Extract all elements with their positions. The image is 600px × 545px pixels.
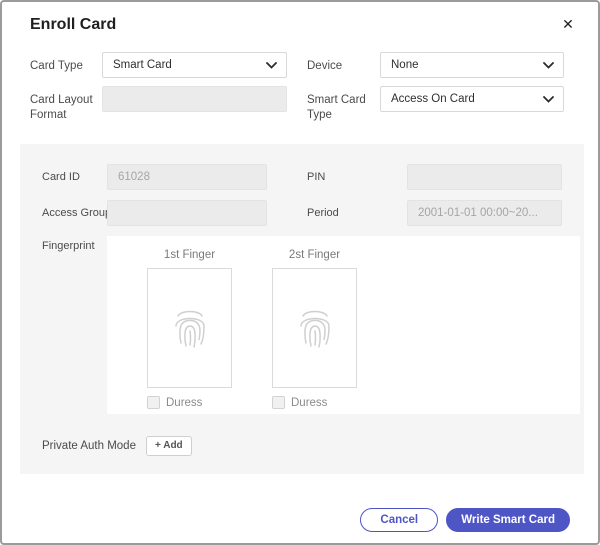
write-smart-card-button[interactable]: Write Smart Card xyxy=(446,508,570,532)
device-select[interactable]: None xyxy=(380,52,564,78)
card-id-label: Card ID xyxy=(42,171,107,183)
cancel-button[interactable]: Cancel xyxy=(360,508,438,532)
card-layout-format-label: Card Layout Format xyxy=(30,86,102,123)
chevron-down-icon xyxy=(266,62,277,69)
fingerprint-label: Fingerprint xyxy=(42,236,107,252)
chevron-down-icon xyxy=(543,96,554,103)
finger-2-title: 2st Finger xyxy=(289,249,340,261)
pin-label: PIN xyxy=(307,171,407,183)
chevron-down-icon xyxy=(543,62,554,69)
duress-label: Duress xyxy=(291,397,327,409)
private-auth-row: Private Auth Mode + Add xyxy=(42,436,562,456)
access-group-field xyxy=(107,200,267,226)
top-form: Card Type Smart Card Device None xyxy=(30,52,574,131)
card-id-field: 61028 xyxy=(107,164,267,190)
dialog-footer: Cancel Write Smart Card xyxy=(360,508,570,532)
period-field: 2001-01-01 00:00~20... xyxy=(407,200,562,226)
finger-2-scan-box[interactable] xyxy=(272,268,357,388)
smart-card-type-value: Access On Card xyxy=(391,93,475,105)
close-icon[interactable]: ✕ xyxy=(558,14,578,34)
enroll-card-dialog: Enroll Card ✕ Card Type Smart Card Devic… xyxy=(0,0,600,545)
add-private-auth-button[interactable]: + Add xyxy=(146,436,192,456)
duress-label: Duress xyxy=(166,397,202,409)
fingerprint-area: 1st Finger xyxy=(107,236,580,414)
smart-card-type-label: Smart Card Type xyxy=(307,86,380,123)
finger-1-duress: Duress xyxy=(147,396,202,409)
device-value: None xyxy=(391,59,419,71)
finger-slot-1: 1st Finger xyxy=(147,249,232,414)
card-layout-format-field xyxy=(102,86,287,112)
device-label: Device xyxy=(307,52,380,78)
card-info-panel: Card ID 61028 PIN Access Group Period 20… xyxy=(20,144,584,474)
fingerprint-section: Fingerprint 1st Finger xyxy=(42,236,562,414)
card-type-value: Smart Card xyxy=(113,59,172,71)
period-label: Period xyxy=(307,207,407,219)
card-type-label: Card Type xyxy=(30,52,102,74)
fingerprint-icon xyxy=(297,306,333,350)
finger-slot-2: 2st Finger xyxy=(272,249,357,414)
duress-checkbox[interactable] xyxy=(272,396,285,409)
duress-checkbox[interactable] xyxy=(147,396,160,409)
access-group-label: Access Group xyxy=(42,207,107,219)
private-auth-mode-label: Private Auth Mode xyxy=(42,440,136,452)
pin-field xyxy=(407,164,562,190)
finger-2-duress: Duress xyxy=(272,396,327,409)
finger-1-scan-box[interactable] xyxy=(147,268,232,388)
finger-1-title: 1st Finger xyxy=(164,249,215,261)
page-title: Enroll Card xyxy=(30,16,116,34)
smart-card-type-select[interactable]: Access On Card xyxy=(380,86,564,112)
card-type-select[interactable]: Smart Card xyxy=(102,52,287,78)
fingerprint-icon xyxy=(172,306,208,350)
